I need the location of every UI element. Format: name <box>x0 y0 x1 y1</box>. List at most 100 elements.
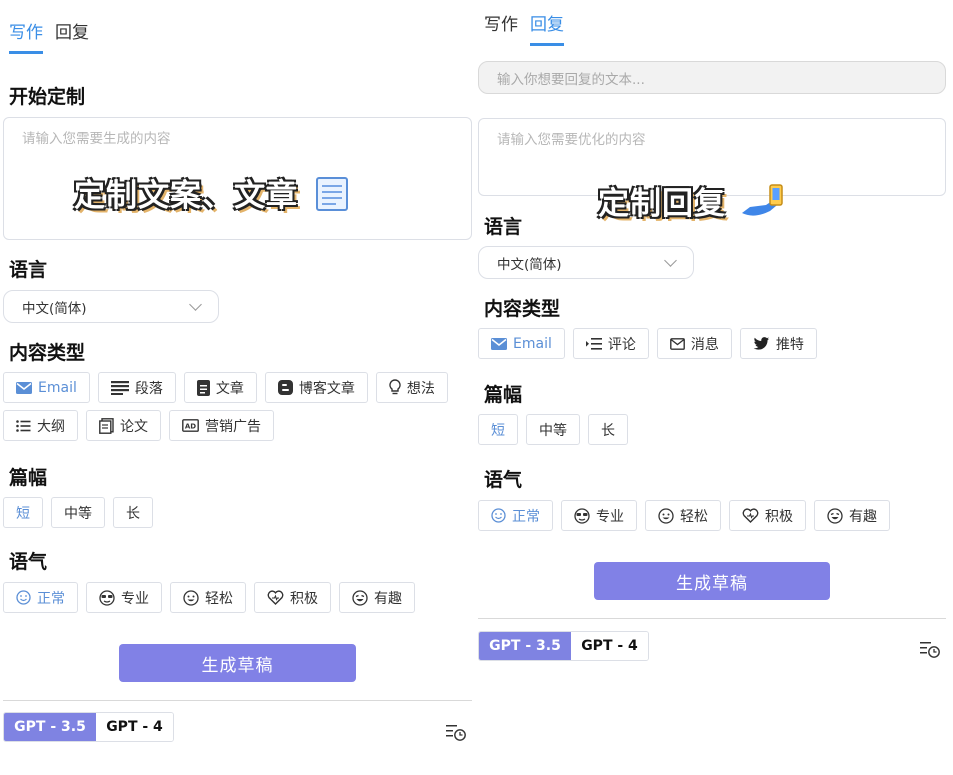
document-emoji-icon <box>314 175 350 221</box>
reply-type-comment[interactable]: 评论 <box>572 328 649 359</box>
language-value: 中文(简体) <box>497 256 562 273</box>
paper-icon <box>99 417 114 434</box>
tone-row: 正常 专业 轻松 积极 有趣 <box>3 582 415 613</box>
footer-divider <box>478 618 946 619</box>
language-value: 中文(简体) <box>22 300 87 317</box>
language-title: 语言 <box>9 259 48 281</box>
length-row: 短 中等 长 <box>478 414 628 445</box>
reply-type-message[interactable]: 消息 <box>656 328 732 359</box>
bulb-icon <box>389 379 401 396</box>
model-gpt35[interactable]: GPT - 3.5 <box>479 632 571 660</box>
content-type-row-1: Email 段落 文章 博客文章 想法 <box>3 372 448 403</box>
history-icon[interactable] <box>920 641 942 659</box>
tone-professional[interactable]: 专业 <box>86 582 162 613</box>
mode-tabs: 写作 回复 <box>9 18 89 54</box>
mode-tabs: 写作 回复 <box>484 10 564 46</box>
content-type-title: 内容类型 <box>9 342 86 364</box>
write-panel: 写作 回复 开始定制 请输入您需要生成的内容 定制文案、文章 语言 中文(简体)… <box>0 0 476 775</box>
content-type-outline[interactable]: 大纲 <box>3 410 78 441</box>
tab-write[interactable]: 写作 <box>484 10 518 46</box>
content-type-blog[interactable]: 博客文章 <box>264 372 368 403</box>
ad-icon: AD <box>182 419 199 432</box>
promo-overlay-text: 定制文案、文章 <box>74 170 350 221</box>
reply-source-input[interactable]: 输入你想要回复的文本... <box>478 61 946 94</box>
comment-icon <box>585 337 602 351</box>
reply-source-placeholder: 输入你想要回复的文本... <box>497 71 645 88</box>
length-long[interactable]: 长 <box>588 414 628 445</box>
phone-hand-emoji-icon <box>740 183 786 229</box>
tone-relaxed[interactable]: 轻松 <box>645 500 721 531</box>
model-gpt4[interactable]: GPT - 4 <box>571 632 648 660</box>
blog-icon <box>277 380 293 395</box>
content-type-email[interactable]: Email <box>3 372 90 403</box>
tone-title: 语气 <box>9 551 48 573</box>
promo-overlay-text: 定制回复 <box>598 178 786 229</box>
smile-icon <box>16 590 31 605</box>
model-gpt4[interactable]: GPT - 4 <box>96 713 173 741</box>
smile-icon <box>491 508 506 523</box>
tone-professional[interactable]: 专业 <box>561 500 637 531</box>
tab-write[interactable]: 写作 <box>9 18 43 54</box>
length-medium[interactable]: 中等 <box>526 414 580 445</box>
chevron-down-icon <box>664 253 677 267</box>
paragraph-icon <box>110 380 129 395</box>
length-title: 篇幅 <box>9 467 48 489</box>
content-type-paper[interactable]: 论文 <box>86 410 161 441</box>
tab-reply[interactable]: 回复 <box>55 18 89 54</box>
content-type-row-2: 大纲 论文 AD 营销广告 <box>3 410 274 441</box>
content-type-idea[interactable]: 想法 <box>375 372 448 403</box>
tone-row: 正常 专业 轻松 积极 有趣 <box>478 500 890 531</box>
chevron-down-icon <box>189 297 202 311</box>
message-icon <box>669 337 685 350</box>
tone-title: 语气 <box>484 469 523 491</box>
content-type-title: 内容类型 <box>484 298 561 320</box>
history-icon[interactable] <box>446 724 468 742</box>
tab-reply[interactable]: 回复 <box>530 10 564 46</box>
heart-icon <box>267 590 284 605</box>
length-long[interactable]: 长 <box>113 497 153 528</box>
length-title: 篇幅 <box>484 384 523 406</box>
svg-text:AD: AD <box>185 423 196 431</box>
model-switch: GPT - 3.5 GPT - 4 <box>478 631 649 661</box>
relaxed-icon <box>183 589 199 606</box>
model-gpt35[interactable]: GPT - 3.5 <box>4 713 96 741</box>
tone-positive[interactable]: 积极 <box>254 582 331 613</box>
mail-icon <box>16 381 32 394</box>
tone-normal[interactable]: 正常 <box>3 582 78 613</box>
length-medium[interactable]: 中等 <box>51 497 105 528</box>
mail-icon <box>491 337 507 350</box>
generate-draft-button[interactable]: 生成草稿 <box>119 644 356 682</box>
length-short[interactable]: 短 <box>478 414 518 445</box>
tone-fun[interactable]: 有趣 <box>814 500 890 531</box>
language-select[interactable]: 中文(简体) <box>478 246 694 279</box>
relaxed-icon <box>658 507 674 524</box>
model-switch: GPT - 3.5 GPT - 4 <box>3 712 174 742</box>
tone-normal[interactable]: 正常 <box>478 500 553 531</box>
reply-type-row: Email 评论 消息 推特 <box>478 328 817 359</box>
language-select[interactable]: 中文(简体) <box>3 290 219 323</box>
tone-positive[interactable]: 积极 <box>729 500 806 531</box>
content-placeholder: 请输入您需要优化的内容 <box>497 132 646 148</box>
generate-draft-button[interactable]: 生成草稿 <box>594 562 830 600</box>
tone-relaxed[interactable]: 轻松 <box>170 582 246 613</box>
reply-type-email[interactable]: Email <box>478 328 565 359</box>
content-placeholder: 请输入您需要生成的内容 <box>22 131 171 147</box>
length-short[interactable]: 短 <box>3 497 43 528</box>
heart-icon <box>742 508 759 523</box>
length-row: 短 中等 长 <box>3 497 153 528</box>
sunglasses-icon <box>574 507 590 524</box>
footer-divider <box>3 700 472 701</box>
fun-icon <box>352 589 368 606</box>
start-custom-title: 开始定制 <box>9 86 86 108</box>
language-title: 语言 <box>484 216 523 238</box>
content-type-article[interactable]: 文章 <box>183 372 257 403</box>
reply-panel: 写作 回复 输入你想要回复的文本... 请输入您需要优化的内容 定制回复 语言 … <box>477 0 953 775</box>
tone-fun[interactable]: 有趣 <box>339 582 415 613</box>
content-type-paragraph[interactable]: 段落 <box>97 372 176 403</box>
content-type-ad[interactable]: AD 营销广告 <box>169 410 274 441</box>
sunglasses-icon <box>99 589 115 606</box>
reply-type-tweet[interactable]: 推特 <box>739 328 817 359</box>
twitter-icon <box>753 336 770 351</box>
list-icon <box>16 419 31 432</box>
document-icon <box>196 379 210 396</box>
